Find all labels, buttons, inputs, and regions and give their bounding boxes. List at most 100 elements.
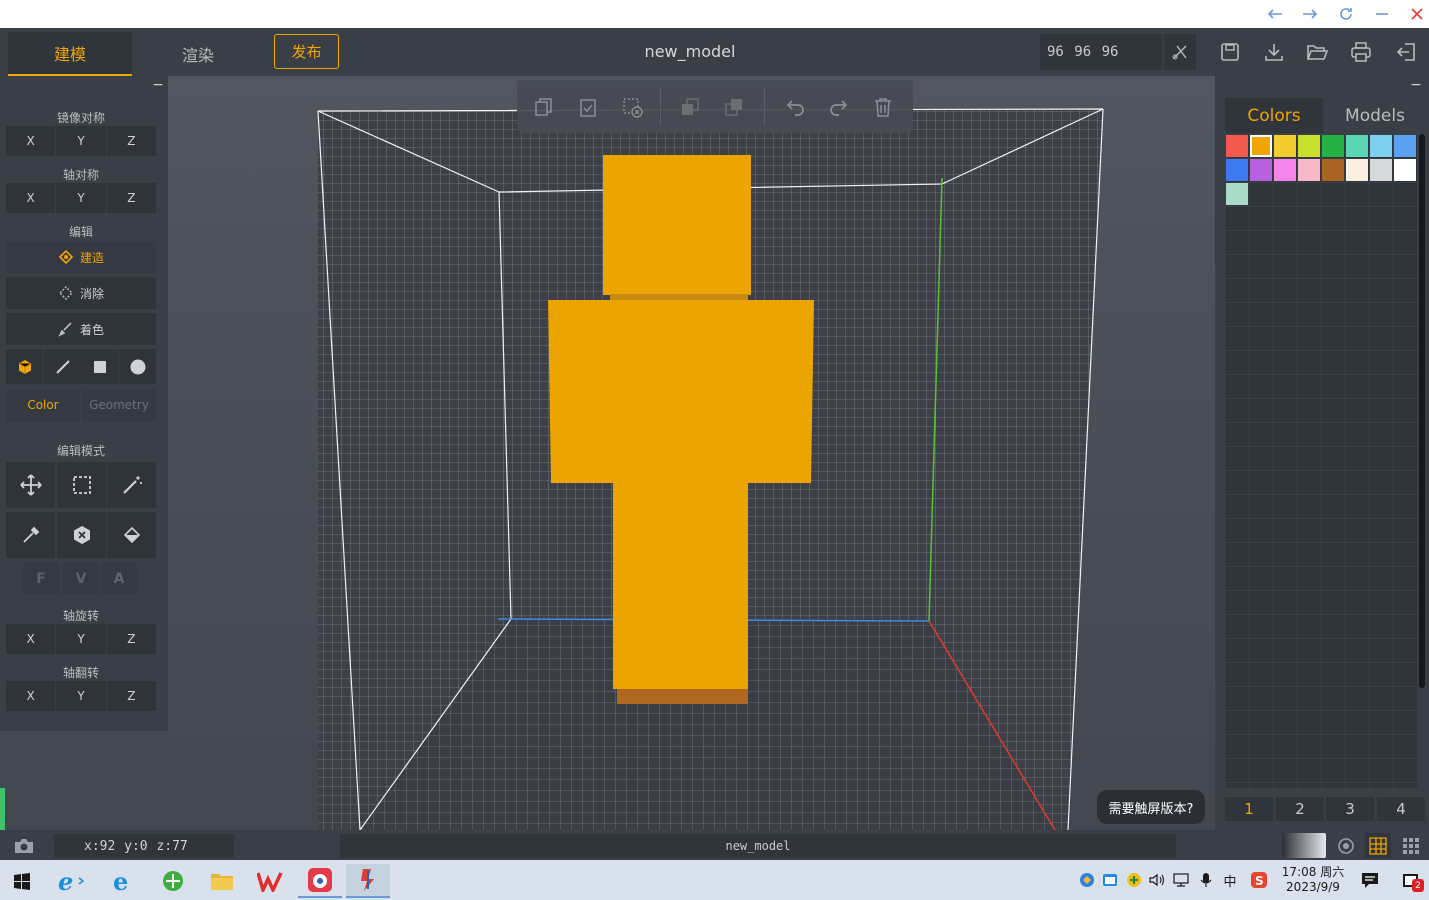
magic-wand-tool[interactable] [107,462,156,508]
color-swatch[interactable] [1322,159,1344,181]
download-icon[interactable] [1263,41,1285,63]
camera-icon[interactable] [10,834,38,858]
touch-version-tooltip[interactable]: 需要触屏版本? [1097,790,1205,824]
tray-plus-icon[interactable] [1125,871,1143,889]
grid-toggle-icon[interactable] [1365,833,1391,858]
windows-start-icon[interactable] [0,864,44,898]
color-swatch[interactable] [1226,183,1248,205]
app-icon[interactable] [298,864,342,898]
symmetry-x-button[interactable]: X [6,183,56,213]
exit-icon[interactable] [1395,41,1417,63]
color-swatch[interactable] [1226,135,1248,157]
ime-indicator[interactable]: 中 [1220,870,1240,890]
tray-app-icon[interactable] [1078,871,1096,889]
volume-icon[interactable] [1148,871,1166,889]
palette-page-2[interactable]: 2 [1276,797,1324,821]
delete-icon[interactable] [872,96,894,118]
tile-view-icon[interactable] [1398,833,1424,858]
color-swatch[interactable] [1250,159,1272,181]
color-swatch[interactable] [1226,159,1248,181]
close-icon[interactable] [1405,3,1429,25]
color-swatch[interactable] [1394,135,1416,157]
mirror-x-button[interactable]: X [6,126,56,156]
delete-voxel-tool[interactable] [57,512,106,558]
move-tool[interactable] [6,462,55,508]
collapse-right-button[interactable]: − [1408,78,1424,92]
select-tool[interactable] [57,462,106,508]
flip-y-button[interactable]: Y [56,681,106,711]
rect-shape-button[interactable] [81,349,118,384]
rotate-y-button[interactable]: Y [56,624,106,654]
symmetry-z-button[interactable]: Z [106,183,156,213]
symmetry-y-button[interactable]: Y [56,183,106,213]
network-icon[interactable] [1172,871,1190,889]
line-shape-button[interactable] [44,349,81,384]
paint-mode-button[interactable]: 着色 [6,313,156,345]
color-tab[interactable]: Color [6,389,80,421]
arrow-left-icon[interactable] [1263,3,1287,25]
color-swatch[interactable] [1370,159,1392,181]
palette-page-3[interactable]: 3 [1326,797,1374,821]
layers-front-icon[interactable] [723,96,745,118]
palette-scrollbar[interactable] [1419,134,1425,688]
reload-icon[interactable] [1334,3,1358,25]
color-swatch[interactable] [1346,159,1368,181]
color-swatch[interactable] [1394,159,1416,181]
paste-icon[interactable] [577,96,599,118]
publish-button[interactable]: 发布 [274,34,339,69]
wps-icon[interactable] [248,864,292,898]
voxel-mode-button[interactable]: V [63,563,99,595]
color-swatch[interactable] [1298,135,1320,157]
tab-models[interactable]: Models [1325,98,1425,133]
dimensions-field[interactable]: 96 96 96 [1040,34,1162,70]
flip-x-button[interactable]: X [6,681,56,711]
microphone-icon[interactable] [1197,871,1215,889]
color-swatch[interactable] [1370,135,1392,157]
orbit-icon[interactable] [1334,833,1358,858]
flip-z-button[interactable]: Z [106,681,156,711]
save-icon[interactable] [1219,41,1241,63]
3d-viewport[interactable] [0,76,1215,830]
color-swatch[interactable] [1274,135,1296,157]
color-swatch[interactable] [1298,159,1320,181]
voxel-app-icon[interactable] [346,864,390,898]
eyedropper-tool[interactable] [6,512,55,558]
ie-icon[interactable]: e [48,864,92,898]
clear-selection-icon[interactable] [621,96,643,118]
layers-back-icon[interactable] [679,96,701,118]
color-swatch[interactable] [1322,135,1344,157]
voxel-shape-button[interactable] [6,349,43,384]
arrow-right-icon[interactable] [1298,3,1322,25]
color-swatch[interactable] [1274,159,1296,181]
mirror-y-button[interactable]: Y [56,126,106,156]
rotate-z-button[interactable]: Z [106,624,156,654]
all-mode-button[interactable]: A [101,563,137,595]
erase-mode-button[interactable]: 消除 [6,277,156,309]
file-explorer-icon[interactable] [200,864,244,898]
mirror-z-button[interactable]: Z [106,126,156,156]
print-icon[interactable] [1350,41,1372,63]
collapse-left-button[interactable]: − [150,78,166,92]
action-center-icon[interactable] [1358,868,1382,892]
face-mode-button[interactable]: F [23,563,59,595]
redo-icon[interactable] [828,96,850,118]
tab-colors[interactable]: Colors [1225,98,1323,133]
sogou-icon[interactable]: S [1249,870,1269,890]
edge-icon[interactable]: e [102,864,146,898]
color-swatch[interactable] [1346,135,1368,157]
fill-tool[interactable] [107,512,156,558]
circle-shape-button[interactable] [119,349,156,384]
green-browser-icon[interactable] [151,864,195,898]
minimize-icon[interactable] [1370,3,1394,25]
tab-model[interactable]: 建模 [8,32,132,76]
palette-page-1[interactable]: 1 [1225,797,1273,821]
background-gradient-swatch[interactable] [1282,833,1326,858]
tab-render[interactable]: 渲染 [136,32,260,76]
resize-button[interactable] [1164,34,1196,70]
build-mode-button[interactable]: 建造 [6,241,156,273]
undo-icon[interactable] [784,96,806,118]
color-swatch[interactable] [1250,135,1272,157]
geometry-tab[interactable]: Geometry [82,389,156,421]
palette-page-4[interactable]: 4 [1377,797,1425,821]
tray-window-icon[interactable] [1101,871,1119,889]
